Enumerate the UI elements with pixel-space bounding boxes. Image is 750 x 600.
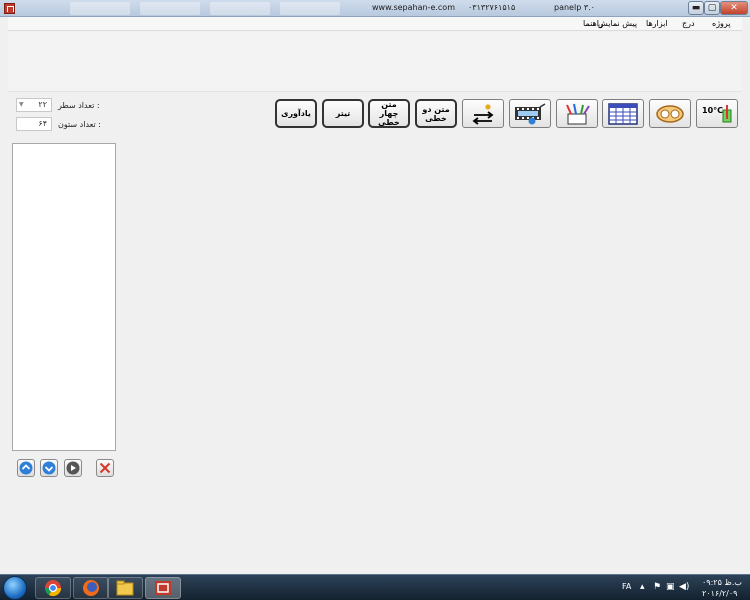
- menu-tools[interactable]: ابزارها: [646, 19, 668, 28]
- calendar-icon: [608, 102, 638, 125]
- calendar-button[interactable]: [602, 99, 644, 128]
- columns-input[interactable]: ۶۴: [16, 117, 52, 131]
- four-line-text-button[interactable]: متن چهار خطی: [368, 99, 410, 128]
- close-icon: [99, 462, 111, 474]
- menu-insert[interactable]: درج: [682, 19, 695, 28]
- volume-icon[interactable]: ◀): [679, 582, 689, 592]
- minimize-button[interactable]: ▬: [688, 1, 704, 15]
- dropdown-arrow-icon[interactable]: ▼: [19, 101, 24, 108]
- network-icon[interactable]: ▣: [666, 582, 675, 592]
- clock-date[interactable]: ۲۰۱۶/۲/۰۹: [702, 589, 737, 598]
- design-canvas[interactable]: [8, 32, 742, 92]
- taskbar-chrome[interactable]: [35, 577, 71, 599]
- background-tab: [140, 2, 200, 15]
- maximize-button[interactable]: ▢: [704, 1, 720, 15]
- play-icon: [66, 461, 80, 475]
- language-indicator[interactable]: FA: [622, 582, 631, 591]
- video-button[interactable]: [509, 99, 551, 128]
- scroll-effect-button[interactable]: [462, 99, 504, 128]
- thermometer-icon: 10°C: [702, 104, 732, 122]
- menu-preview[interactable]: پیش نمایش: [598, 19, 637, 28]
- rows-label: تعداد سطر :: [58, 101, 100, 110]
- delete-button[interactable]: [96, 459, 114, 477]
- two-line-text-button[interactable]: متن دو خطی: [415, 99, 457, 128]
- taskbar-panelp[interactable]: [145, 577, 181, 599]
- clock-time[interactable]: ب.ظ ۰۹:۲۵: [702, 578, 742, 587]
- background-tab: [280, 2, 340, 15]
- taskbar-explorer[interactable]: [107, 577, 143, 599]
- app-icon: [4, 3, 15, 14]
- firefox-icon: [83, 580, 99, 596]
- move-down-button[interactable]: [40, 459, 58, 477]
- temperature-button[interactable]: 10°C: [696, 99, 738, 128]
- folder-icon: [116, 580, 134, 596]
- paint-tools-button[interactable]: [556, 99, 598, 128]
- panelp-icon: [155, 581, 171, 595]
- flag-icon[interactable]: ⚑: [653, 582, 661, 592]
- arrow-up-icon: [19, 461, 33, 475]
- reminder-button[interactable]: یادآوری: [275, 99, 317, 128]
- title-website: www.sepahan-e.com: [372, 3, 455, 12]
- window-title: panelp ۳.۰: [554, 3, 595, 12]
- taskbar-firefox[interactable]: [73, 577, 109, 599]
- close-button[interactable]: ✕: [720, 1, 748, 15]
- title-phone: ۰۳۱۳۲۷۶۱۵۱۵: [468, 3, 516, 12]
- menu-project[interactable]: پروژه: [712, 19, 731, 28]
- chrome-icon: [44, 580, 62, 597]
- title-bar: www.sepahan-e.com ۰۳۱۳۲۷۶۱۵۱۵ panelp ۳.۰…: [0, 0, 750, 17]
- background-tab: [70, 2, 130, 15]
- columns-label: تعداد ستون :: [58, 120, 101, 129]
- temperature-label: 10°C: [702, 106, 723, 115]
- clock-icon: [656, 104, 684, 123]
- arrows-swap-icon: [472, 103, 494, 125]
- title-button[interactable]: تیتر: [322, 99, 364, 128]
- item-list[interactable]: [12, 143, 116, 451]
- play-button[interactable]: [64, 459, 82, 477]
- taskbar: FA ▴ ⚑ ▣ ◀) ب.ظ ۰۹:۲۵ ۲۰۱۶/۲/۰۹: [0, 574, 750, 600]
- arrow-down-icon: [42, 461, 56, 475]
- clock-button[interactable]: [649, 99, 691, 128]
- move-up-button[interactable]: [17, 459, 35, 477]
- menu-help[interactable]: راهنما: [583, 19, 603, 28]
- background-tab: [210, 2, 270, 15]
- paint-brush-icon: [566, 103, 590, 124]
- menu-bar: پروژه درج ابزارها پیش نمایش راهنما: [8, 17, 742, 31]
- expand-tray-icon[interactable]: ▴: [640, 582, 645, 592]
- film-strip-icon: [515, 102, 546, 124]
- start-button[interactable]: [3, 576, 27, 600]
